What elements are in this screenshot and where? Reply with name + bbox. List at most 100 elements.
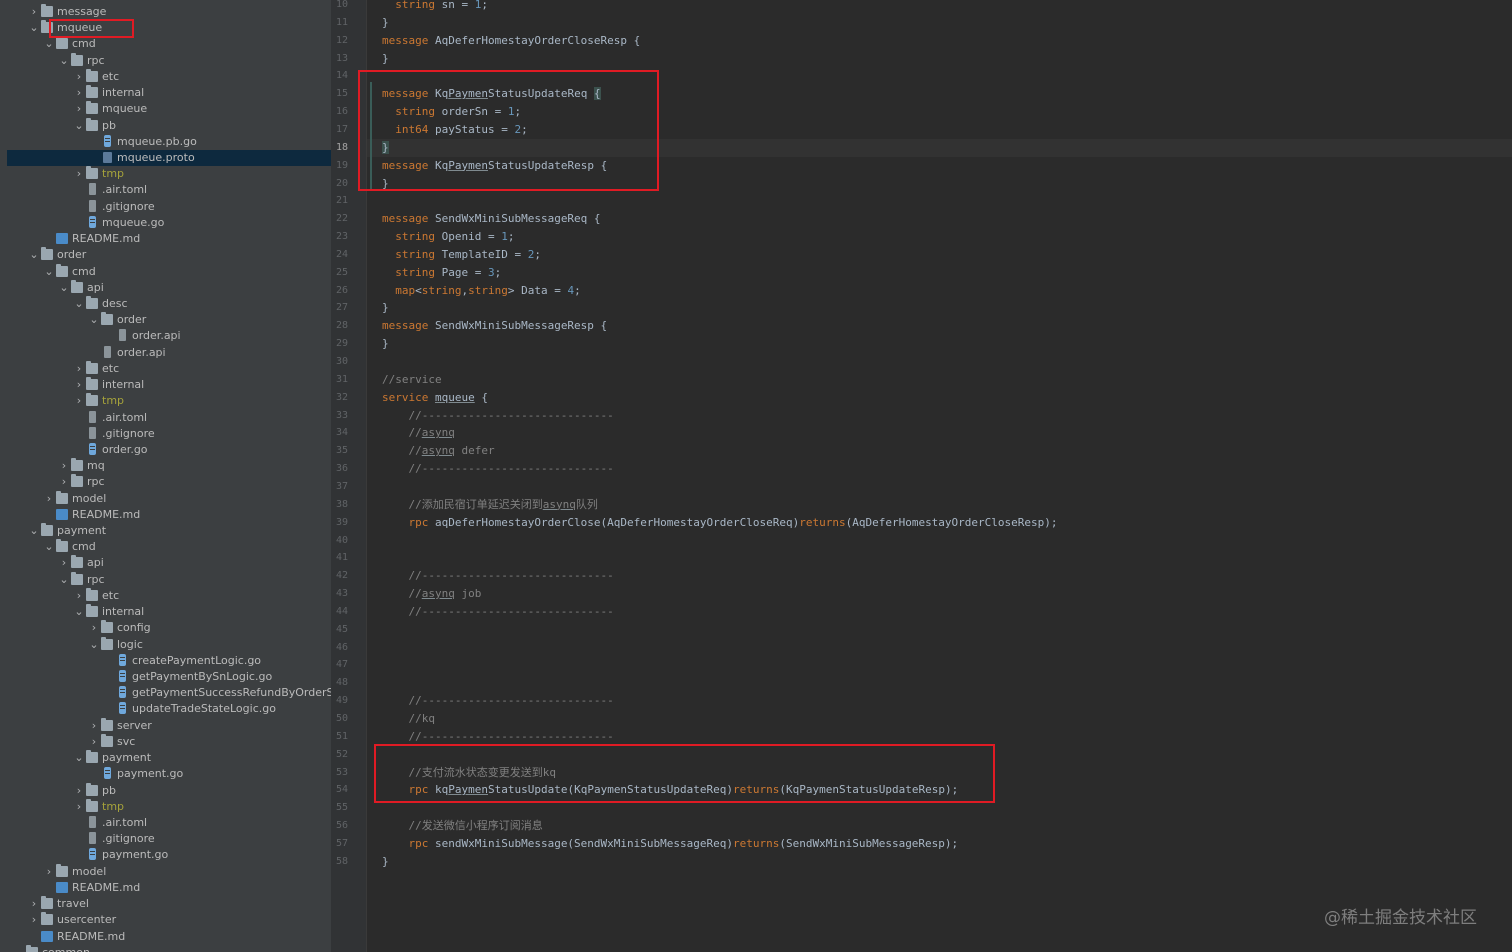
tree-row[interactable]: ⌄ rpc	[7, 571, 331, 588]
tree-row[interactable]: › model	[7, 863, 331, 880]
code-line[interactable]: }	[382, 299, 389, 317]
tree-row[interactable]: getPaymentBySnLogic.go	[7, 669, 331, 685]
tree-row[interactable]: › etc	[7, 587, 331, 604]
code-line[interactable]: map<string,string> Data = 4;	[382, 282, 581, 300]
chevron-down-icon[interactable]: ⌄	[59, 573, 69, 587]
code-line[interactable]: message SendWxMiniSubMessageResp {	[382, 317, 607, 335]
code-line[interactable]: rpc sendWxMiniSubMessage(SendWxMiniSubMe…	[382, 835, 958, 853]
tree-row[interactable]: › tmp	[7, 798, 331, 815]
tree-row[interactable]: ⌄ desc	[7, 295, 331, 312]
chevron-down-icon[interactable]: ⌄	[74, 119, 84, 133]
chevron-right-icon[interactable]: ›	[44, 492, 54, 506]
tree-row[interactable]: order.api	[7, 345, 331, 361]
code-line[interactable]: string sn = 1;	[382, 0, 488, 14]
chevron-right-icon[interactable]: ›	[74, 70, 84, 84]
tree-row[interactable]: › rpc	[7, 474, 331, 490]
chevron-right-icon[interactable]: ›	[59, 556, 69, 570]
chevron-right-icon[interactable]: ›	[74, 102, 84, 116]
tree-row[interactable]: ⌄ order	[7, 247, 331, 263]
chevron-down-icon[interactable]: ⌄	[44, 265, 54, 279]
tree-row[interactable]: ⌄ cmd	[7, 539, 331, 555]
tree-row[interactable]: README.md	[7, 880, 331, 896]
tree-row[interactable]: › internal	[7, 85, 331, 101]
tree-row[interactable]: ⌄ logic	[7, 636, 331, 653]
tree-row[interactable]: › tmp	[7, 166, 331, 182]
chevron-down-icon[interactable]: ⌄	[89, 638, 99, 652]
tree-row[interactable]: › usercenter	[7, 912, 331, 928]
code-line[interactable]: }	[382, 335, 389, 353]
code-line[interactable]: string Openid = 1;	[382, 228, 514, 246]
tree-row[interactable]: mqueue.pb.go	[7, 134, 331, 150]
chevron-right-icon[interactable]: ›	[74, 378, 84, 392]
code-line[interactable]: string Page = 3;	[382, 264, 501, 282]
code-line[interactable]: }	[382, 14, 389, 32]
chevron-down-icon[interactable]: ⌄	[74, 605, 84, 619]
tree-row[interactable]: › config	[7, 620, 331, 636]
chevron-down-icon[interactable]: ⌄	[29, 21, 39, 35]
tree-row[interactable]: README.md	[7, 507, 331, 523]
code-line[interactable]: //添加民宿订单延迟关闭到asynq队列	[382, 496, 597, 514]
code-line[interactable]: //asynq defer	[382, 442, 494, 460]
tree-row[interactable]: .gitignore	[7, 426, 331, 442]
chevron-down-icon[interactable]: ⌄	[59, 281, 69, 295]
chevron-right-icon[interactable]: ›	[89, 621, 99, 635]
tree-row[interactable]: order.go	[7, 442, 331, 458]
code-line[interactable]: message SendWxMiniSubMessageReq {	[382, 210, 601, 228]
tree-row[interactable]: › server	[7, 717, 331, 734]
tree-row[interactable]: README.md	[7, 929, 331, 945]
chevron-right-icon[interactable]: ›	[29, 913, 39, 927]
tree-row[interactable]: › model	[7, 490, 331, 507]
tree-row[interactable]: › message	[7, 4, 331, 20]
chevron-right-icon[interactable]: ›	[74, 589, 84, 603]
tree-row[interactable]: › internal	[7, 377, 331, 393]
tree-row[interactable]: ⌄ pb	[7, 117, 331, 134]
tree-row[interactable]: ⌄ cmd	[7, 263, 331, 280]
tree-row[interactable]: › pb	[7, 782, 331, 799]
code-line[interactable]: //-----------------------------	[382, 692, 613, 710]
tree-row[interactable]: › api	[7, 555, 331, 571]
tree-row[interactable]: › svc	[7, 733, 331, 750]
chevron-down-icon[interactable]: ⌄	[44, 540, 54, 554]
code-line[interactable]: }	[382, 853, 389, 871]
tree-row[interactable]: › mqueue	[7, 101, 331, 117]
chevron-right-icon[interactable]: ›	[74, 362, 84, 376]
chevron-right-icon[interactable]: ›	[29, 5, 39, 19]
tree-row[interactable]: payment.go	[7, 766, 331, 782]
code-line[interactable]: //-----------------------------	[382, 407, 613, 425]
tree-row[interactable]: › mq	[7, 458, 331, 474]
code-line[interactable]: //-----------------------------	[382, 567, 613, 585]
chevron-right-icon[interactable]: ›	[74, 784, 84, 798]
chevron-down-icon[interactable]: ⌄	[29, 248, 39, 262]
tree-row[interactable]: › travel	[7, 896, 331, 912]
tree-row[interactable]: ⌄ api	[7, 279, 331, 296]
code-line[interactable]: //asynq job	[382, 585, 481, 603]
chevron-down-icon[interactable]: ⌄	[74, 751, 84, 765]
code-line[interactable]: string TemplateID = 2;	[382, 246, 541, 264]
code-line[interactable]: //-----------------------------	[382, 603, 613, 621]
chevron-right-icon[interactable]: ›	[59, 459, 69, 473]
chevron-right-icon[interactable]: ›	[74, 394, 84, 408]
tree-row[interactable]: ⌄ payment	[7, 750, 331, 766]
tree-row[interactable]: .gitignore	[7, 831, 331, 847]
chevron-right-icon[interactable]: ›	[44, 865, 54, 879]
tree-row[interactable]: payment.go	[7, 847, 331, 863]
chevron-right-icon[interactable]: ›	[74, 167, 84, 181]
chevron-down-icon[interactable]: ⌄	[44, 37, 54, 51]
chevron-down-icon[interactable]: ⌄	[89, 313, 99, 327]
chevron-down-icon[interactable]: ⌄	[29, 524, 39, 538]
code-line[interactable]: }	[382, 50, 389, 68]
tree-row[interactable]: README.md	[7, 231, 331, 247]
tree-row[interactable]: updateTradeStateLogic.go	[7, 701, 331, 717]
chevron-down-icon[interactable]: ⌄	[59, 54, 69, 68]
tree-row[interactable]: ⌄ common	[7, 944, 331, 952]
code-line[interactable]: //asynq	[382, 424, 454, 442]
chevron-right-icon[interactable]: ›	[59, 475, 69, 489]
chevron-right-icon[interactable]: ›	[74, 800, 84, 814]
tree-row[interactable]: › tmp	[7, 393, 331, 409]
tree-row[interactable]: ⌄ internal	[7, 604, 331, 620]
tree-row[interactable]: ⌄ rpc	[7, 52, 331, 69]
chevron-down-icon[interactable]: ⌄	[74, 297, 84, 311]
tree-row[interactable]: .air.toml	[7, 410, 331, 426]
code-line[interactable]: message AqDeferHomestayOrderCloseResp {	[382, 32, 640, 50]
code-line[interactable]: //-----------------------------	[382, 460, 613, 478]
